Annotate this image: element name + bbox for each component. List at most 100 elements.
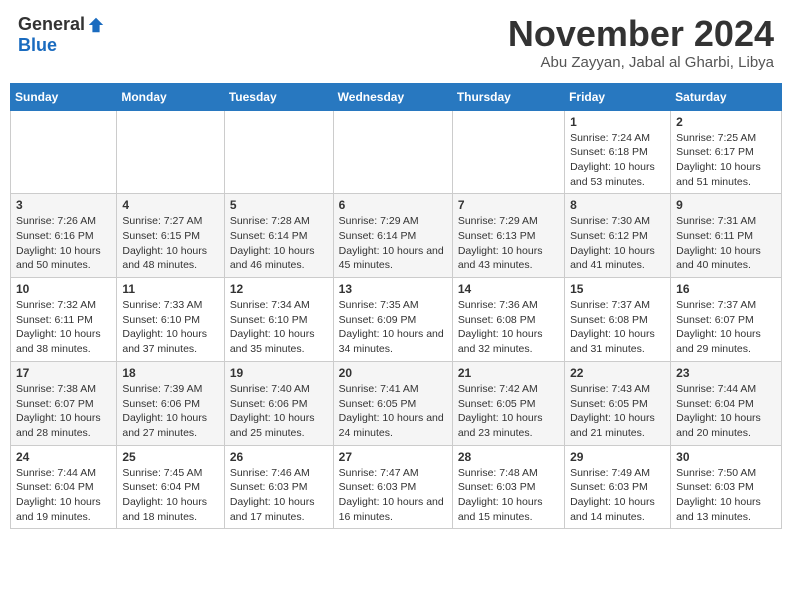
calendar-week-row: 10Sunrise: 7:32 AMSunset: 6:11 PMDayligh…	[11, 278, 782, 362]
cell-content-line: Sunset: 6:14 PM	[230, 229, 328, 244]
cell-content-line: Daylight: 10 hours and 20 minutes.	[676, 411, 776, 440]
calendar-header-row: SundayMondayTuesdayWednesdayThursdayFrid…	[11, 83, 782, 110]
calendar-cell: 26Sunrise: 7:46 AMSunset: 6:03 PMDayligh…	[224, 445, 333, 529]
cell-content-line: Sunset: 6:10 PM	[122, 313, 218, 328]
day-number: 23	[676, 366, 776, 380]
weekday-header-thursday: Thursday	[452, 83, 564, 110]
calendar-week-row: 24Sunrise: 7:44 AMSunset: 6:04 PMDayligh…	[11, 445, 782, 529]
calendar-cell: 7Sunrise: 7:29 AMSunset: 6:13 PMDaylight…	[452, 194, 564, 278]
day-number: 15	[570, 282, 665, 296]
calendar-cell: 17Sunrise: 7:38 AMSunset: 6:07 PMDayligh…	[11, 361, 117, 445]
day-number: 16	[676, 282, 776, 296]
calendar-cell	[333, 110, 452, 194]
cell-content-line: Daylight: 10 hours and 25 minutes.	[230, 411, 328, 440]
logo-blue-text: Blue	[18, 35, 57, 56]
weekday-header-tuesday: Tuesday	[224, 83, 333, 110]
calendar-cell: 22Sunrise: 7:43 AMSunset: 6:05 PMDayligh…	[565, 361, 671, 445]
calendar-cell	[224, 110, 333, 194]
day-number: 25	[122, 450, 218, 464]
day-number: 24	[16, 450, 111, 464]
location-text: Abu Zayyan, Jabal al Gharbi, Libya	[508, 54, 774, 71]
cell-content-line: Daylight: 10 hours and 37 minutes.	[122, 327, 218, 356]
calendar-cell: 28Sunrise: 7:48 AMSunset: 6:03 PMDayligh…	[452, 445, 564, 529]
cell-content-line: Daylight: 10 hours and 46 minutes.	[230, 244, 328, 273]
cell-content-line: Daylight: 10 hours and 48 minutes.	[122, 244, 218, 273]
month-title: November 2024	[508, 14, 774, 54]
cell-content-line: Sunset: 6:17 PM	[676, 145, 776, 160]
weekday-header-monday: Monday	[117, 83, 224, 110]
calendar-cell: 27Sunrise: 7:47 AMSunset: 6:03 PMDayligh…	[333, 445, 452, 529]
day-number: 18	[122, 366, 218, 380]
calendar-cell: 10Sunrise: 7:32 AMSunset: 6:11 PMDayligh…	[11, 278, 117, 362]
cell-content-line: Sunset: 6:13 PM	[458, 229, 559, 244]
day-number: 27	[339, 450, 447, 464]
calendar-cell: 3Sunrise: 7:26 AMSunset: 6:16 PMDaylight…	[11, 194, 117, 278]
cell-content-line: Sunrise: 7:39 AM	[122, 382, 218, 397]
cell-content-line: Sunrise: 7:48 AM	[458, 466, 559, 481]
day-number: 14	[458, 282, 559, 296]
calendar-table: SundayMondayTuesdayWednesdayThursdayFrid…	[10, 83, 782, 530]
cell-content-line: Sunrise: 7:28 AM	[230, 214, 328, 229]
calendar-cell: 25Sunrise: 7:45 AMSunset: 6:04 PMDayligh…	[117, 445, 224, 529]
page-header: General Blue November 2024 Abu Zayyan, J…	[10, 10, 782, 75]
cell-content-line: Daylight: 10 hours and 34 minutes.	[339, 327, 447, 356]
cell-content-line: Daylight: 10 hours and 45 minutes.	[339, 244, 447, 273]
cell-content-line: Sunrise: 7:50 AM	[676, 466, 776, 481]
day-number: 21	[458, 366, 559, 380]
cell-content-line: Sunset: 6:04 PM	[676, 397, 776, 412]
day-number: 29	[570, 450, 665, 464]
cell-content-line: Sunset: 6:11 PM	[676, 229, 776, 244]
cell-content-line: Daylight: 10 hours and 13 minutes.	[676, 495, 776, 524]
cell-content-line: Sunrise: 7:49 AM	[570, 466, 665, 481]
cell-content-line: Sunset: 6:03 PM	[339, 480, 447, 495]
day-number: 19	[230, 366, 328, 380]
cell-content-line: Sunrise: 7:40 AM	[230, 382, 328, 397]
cell-content-line: Daylight: 10 hours and 50 minutes.	[16, 244, 111, 273]
cell-content-line: Sunrise: 7:42 AM	[458, 382, 559, 397]
day-number: 3	[16, 198, 111, 212]
calendar-cell: 20Sunrise: 7:41 AMSunset: 6:05 PMDayligh…	[333, 361, 452, 445]
cell-content-line: Sunrise: 7:30 AM	[570, 214, 665, 229]
day-number: 9	[676, 198, 776, 212]
calendar-cell: 4Sunrise: 7:27 AMSunset: 6:15 PMDaylight…	[117, 194, 224, 278]
cell-content-line: Daylight: 10 hours and 31 minutes.	[570, 327, 665, 356]
cell-content-line: Daylight: 10 hours and 32 minutes.	[458, 327, 559, 356]
cell-content-line: Sunrise: 7:38 AM	[16, 382, 111, 397]
cell-content-line: Sunrise: 7:47 AM	[339, 466, 447, 481]
cell-content-line: Daylight: 10 hours and 28 minutes.	[16, 411, 111, 440]
cell-content-line: Sunrise: 7:34 AM	[230, 298, 328, 313]
cell-content-line: Sunset: 6:12 PM	[570, 229, 665, 244]
cell-content-line: Sunrise: 7:27 AM	[122, 214, 218, 229]
calendar-cell: 18Sunrise: 7:39 AMSunset: 6:06 PMDayligh…	[117, 361, 224, 445]
calendar-cell: 6Sunrise: 7:29 AMSunset: 6:14 PMDaylight…	[333, 194, 452, 278]
cell-content-line: Sunrise: 7:37 AM	[570, 298, 665, 313]
cell-content-line: Sunrise: 7:41 AM	[339, 382, 447, 397]
day-number: 13	[339, 282, 447, 296]
cell-content-line: Sunrise: 7:37 AM	[676, 298, 776, 313]
cell-content-line: Daylight: 10 hours and 43 minutes.	[458, 244, 559, 273]
cell-content-line: Sunrise: 7:24 AM	[570, 131, 665, 146]
weekday-header-wednesday: Wednesday	[333, 83, 452, 110]
calendar-week-row: 1Sunrise: 7:24 AMSunset: 6:18 PMDaylight…	[11, 110, 782, 194]
cell-content-line: Sunset: 6:10 PM	[230, 313, 328, 328]
calendar-cell: 1Sunrise: 7:24 AMSunset: 6:18 PMDaylight…	[565, 110, 671, 194]
cell-content-line: Sunset: 6:15 PM	[122, 229, 218, 244]
cell-content-line: Sunset: 6:03 PM	[458, 480, 559, 495]
day-number: 2	[676, 115, 776, 129]
cell-content-line: Sunset: 6:06 PM	[122, 397, 218, 412]
cell-content-line: Sunrise: 7:44 AM	[676, 382, 776, 397]
calendar-cell: 11Sunrise: 7:33 AMSunset: 6:10 PMDayligh…	[117, 278, 224, 362]
cell-content-line: Sunset: 6:16 PM	[16, 229, 111, 244]
calendar-cell: 30Sunrise: 7:50 AMSunset: 6:03 PMDayligh…	[671, 445, 782, 529]
day-number: 17	[16, 366, 111, 380]
calendar-cell	[117, 110, 224, 194]
cell-content-line: Sunset: 6:05 PM	[339, 397, 447, 412]
cell-content-line: Daylight: 10 hours and 23 minutes.	[458, 411, 559, 440]
cell-content-line: Daylight: 10 hours and 35 minutes.	[230, 327, 328, 356]
cell-content-line: Sunset: 6:06 PM	[230, 397, 328, 412]
calendar-cell: 21Sunrise: 7:42 AMSunset: 6:05 PMDayligh…	[452, 361, 564, 445]
day-number: 20	[339, 366, 447, 380]
calendar-cell: 2Sunrise: 7:25 AMSunset: 6:17 PMDaylight…	[671, 110, 782, 194]
calendar-cell: 14Sunrise: 7:36 AMSunset: 6:08 PMDayligh…	[452, 278, 564, 362]
cell-content-line: Sunset: 6:03 PM	[230, 480, 328, 495]
